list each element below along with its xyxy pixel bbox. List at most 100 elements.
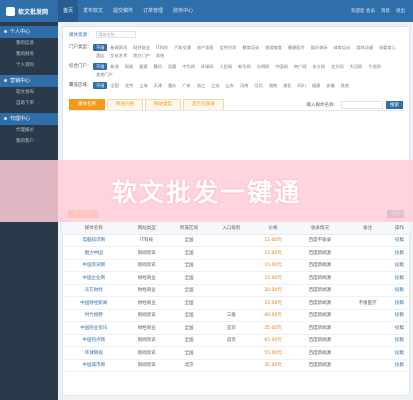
submit-link[interactable]: 投稿 xyxy=(388,359,410,372)
filter-chip[interactable]: 新浪 xyxy=(107,63,121,70)
table-cell[interactable]: 中国城市网 xyxy=(62,359,126,372)
sidebar-item-clients[interactable]: 我的客户 xyxy=(0,136,58,147)
submit-link[interactable]: 投稿 xyxy=(388,334,410,347)
topnav-home[interactable]: 首页 xyxy=(58,0,79,22)
filter-chip[interactable]: 环球网 xyxy=(198,63,217,70)
filter-chip[interactable]: 北方网 xyxy=(328,63,347,70)
sidebar-item-order[interactable]: 自助下单 xyxy=(0,98,58,109)
topnav-submit[interactable]: 提交稿件 xyxy=(108,0,138,22)
topnav-publish[interactable]: 发布软文 xyxy=(78,0,108,22)
filter-chip[interactable]: 房产家居 xyxy=(194,44,217,51)
table-cell[interactable]: 电脑知识网 xyxy=(62,234,126,247)
topnav-finance[interactable]: 财务中心 xyxy=(168,0,198,22)
filter-chip[interactable]: 腾讯 xyxy=(151,63,165,70)
filter-chip[interactable]: 地方门户 xyxy=(130,52,153,59)
submit-link[interactable]: 投稿 xyxy=(388,309,410,322)
filter-chip[interactable]: 江苏 xyxy=(208,82,222,89)
filter-chip[interactable]: 央广网 xyxy=(291,63,310,70)
filter-chip[interactable]: 光明网 xyxy=(254,63,273,70)
filter-chip[interactable]: 千龙网 xyxy=(365,63,384,70)
filter-chip[interactable]: 其他门户 xyxy=(93,71,116,78)
filter-chip[interactable]: 不限 xyxy=(93,44,108,51)
sidebar-item-profile[interactable]: 个人资料 xyxy=(0,60,58,71)
table-cell[interactable]: 中国财经新闻 xyxy=(62,296,126,310)
filter-chip[interactable]: 人民网 xyxy=(217,63,236,70)
filter-chip[interactable]: 福建 xyxy=(309,82,323,89)
sidebar-item-publish[interactable]: 软文发布 xyxy=(0,87,58,98)
filter-chip[interactable]: 网易 xyxy=(122,63,136,70)
media-name-filter[interactable]: 媒体名称 xyxy=(95,31,136,38)
tab-site-type[interactable]: 网站类型 xyxy=(145,99,181,110)
filter-chip[interactable]: 母婴育儿 xyxy=(376,44,399,51)
filter-chip[interactable]: 广东 xyxy=(179,82,193,89)
submit-link[interactable]: 投稿 xyxy=(388,246,410,260)
filter-chip[interactable]: 中国网 xyxy=(272,63,291,70)
table-cell[interactable]: 中国企业网 xyxy=(62,271,126,285)
submit-link[interactable]: 投稿 xyxy=(388,284,410,297)
filter-chip[interactable]: 教育培训 xyxy=(239,44,262,51)
filter-chip[interactable]: 不限 xyxy=(93,82,108,89)
filter-chip[interactable]: 汽车交通 xyxy=(171,44,194,51)
submit-link[interactable]: 投稿 xyxy=(388,234,410,247)
filter-chip[interactable]: 女性时尚 xyxy=(217,44,240,51)
filter-chip[interactable]: 湖北 xyxy=(280,82,294,89)
filter-chip[interactable]: 不限 xyxy=(93,63,108,70)
messages-link[interactable]: 消息 xyxy=(381,8,390,14)
sidebar-head-marketing[interactable]: 营销中心 xyxy=(0,75,58,87)
filter-chip[interactable]: 全国 xyxy=(107,82,121,89)
submit-link[interactable]: 投稿 xyxy=(388,296,410,310)
filter-chip[interactable]: 大河网 xyxy=(347,63,366,70)
submit-link[interactable]: 投稿 xyxy=(388,259,410,272)
filter-chip[interactable]: 旅游美食 xyxy=(262,44,285,51)
filter-chip[interactable]: 安徽 xyxy=(323,82,337,89)
filter-chip[interactable]: 文化艺术 xyxy=(107,52,130,59)
table-cell[interactable]: 环球网视 xyxy=(62,346,126,360)
sidebar-item-agent-price[interactable]: 代理报价 xyxy=(0,125,58,136)
sidebar-head-agent[interactable]: 代理中心 xyxy=(0,113,58,125)
table-cell[interactable]: 中国资讯网 xyxy=(62,259,126,272)
filter-chip[interactable]: 酒店 xyxy=(93,52,107,59)
table-cell[interactable]: 中国商业资讯 xyxy=(62,321,126,335)
search-input[interactable] xyxy=(341,100,383,109)
filter-chip[interactable]: 浙江 xyxy=(194,82,208,89)
filter-chip[interactable]: 东方网 xyxy=(309,63,328,70)
filter-chip[interactable]: 新华网 xyxy=(235,63,254,70)
filter-chip[interactable]: 财经商业 xyxy=(130,44,153,51)
tab-indexing[interactable]: 是否包收录 xyxy=(183,99,224,110)
filter-chip[interactable]: 河北 xyxy=(251,82,265,89)
sidebar-item-info[interactable]: 我的信息 xyxy=(0,38,58,49)
filter-chip[interactable]: 游戏动漫 xyxy=(353,44,376,51)
search-button[interactable]: 搜索 xyxy=(386,100,403,109)
tab-media-name[interactable]: 媒体名称 xyxy=(69,99,105,110)
filter-chip[interactable]: 中华网 xyxy=(179,63,198,70)
filter-chip[interactable]: 天津 xyxy=(151,82,165,89)
filter-chip[interactable]: 其他 xyxy=(153,52,167,59)
table-cell[interactable]: 魅力中国 xyxy=(62,246,126,260)
filter-chip[interactable]: 健康医疗 xyxy=(285,44,308,51)
filter-chip[interactable]: 湖南 xyxy=(266,82,280,89)
topnav-orders[interactable]: 订单管理 xyxy=(138,0,168,22)
table-cell[interactable]: 中国热点网 xyxy=(62,334,126,347)
filter-chip[interactable]: 上海 xyxy=(136,82,150,89)
filter-chip[interactable]: 北京 xyxy=(122,82,136,89)
filter-chip[interactable]: 其他 xyxy=(338,82,352,89)
filter-chip[interactable]: 搜狐 xyxy=(136,63,150,70)
logo[interactable]: 软文批发网 xyxy=(0,0,58,22)
logout-link[interactable]: 退出 xyxy=(396,8,405,14)
filter-chip[interactable]: 体育运动 xyxy=(330,44,353,51)
sidebar-item-finance[interactable]: 我的财务 xyxy=(0,49,58,60)
submit-link[interactable]: 投稿 xyxy=(388,271,410,285)
submit-link[interactable]: 投稿 xyxy=(388,321,410,335)
filter-chip[interactable]: 新闻资讯 xyxy=(107,44,130,51)
filter-chip[interactable]: 四川 xyxy=(294,82,308,89)
filter-chip[interactable]: 河南 xyxy=(237,82,251,89)
filter-chip[interactable]: 娱乐休闲 xyxy=(308,44,331,51)
filter-chip[interactable]: IT科技 xyxy=(153,44,171,51)
filter-chip[interactable]: 重庆 xyxy=(165,82,179,89)
filter-chip[interactable]: 凤凰 xyxy=(165,63,179,70)
tab-price[interactable]: 网站价格 xyxy=(107,99,143,110)
sidebar-head-personal[interactable]: 个人中心 xyxy=(0,26,58,38)
filter-chip[interactable]: 山东 xyxy=(223,82,237,89)
table-cell[interactable]: 东方财经 xyxy=(62,284,126,297)
table-cell[interactable]: 时代视野 xyxy=(62,309,126,322)
